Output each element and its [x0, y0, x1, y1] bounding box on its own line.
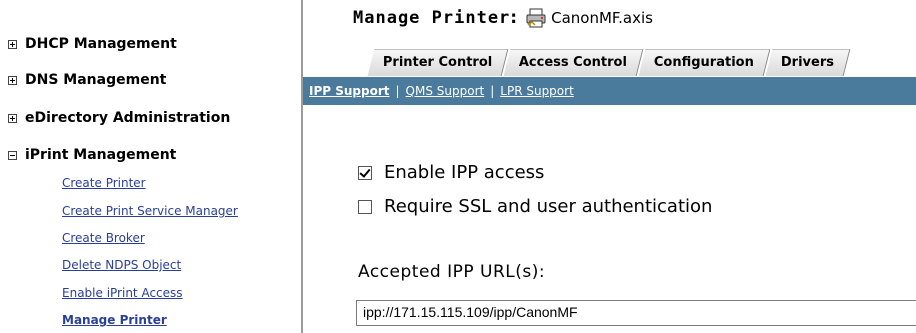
- nav-group-label: iPrint Management: [25, 147, 177, 163]
- nav-group-dns[interactable]: DNS Management: [8, 72, 166, 88]
- tab-label: Access Control: [519, 55, 628, 70]
- tab-drivers[interactable]: Drivers: [765, 49, 851, 76]
- tab-bar: Printer Control Access Control Configura…: [367, 48, 851, 76]
- expand-icon[interactable]: [8, 75, 17, 85]
- sidebar: DHCP Management DNS Management eDirector…: [0, 0, 303, 333]
- sidebar-link-manage-printer[interactable]: Manage Printer: [62, 313, 167, 327]
- expand-icon[interactable]: [8, 113, 17, 123]
- tab-label: Drivers: [781, 55, 835, 70]
- subnav-bar: IPP Support | QMS Support | LPR Support: [303, 77, 916, 105]
- page-title: Manage Printer : CanonMF.axis: [353, 8, 653, 28]
- printer-icon: [526, 8, 546, 28]
- subnav-separator: |: [490, 84, 495, 98]
- tab-label: Printer Control: [382, 55, 493, 70]
- sidebar-link-create-broker[interactable]: Create Broker: [62, 231, 145, 245]
- expand-icon[interactable]: [8, 39, 17, 49]
- enable-ipp-label: Enable IPP access: [384, 162, 545, 183]
- sidebar-link-enable-iprint-access[interactable]: Enable iPrint Access: [62, 286, 183, 300]
- tab-access-control[interactable]: Access Control: [503, 49, 644, 76]
- tab-configuration[interactable]: Configuration: [639, 49, 771, 76]
- nav-group-label: DNS Management: [25, 72, 167, 88]
- page-title-text: Manage Printer: [353, 8, 511, 28]
- collapse-icon[interactable]: [8, 150, 17, 160]
- require-ssl-label: Require SSL and user authentication: [384, 196, 713, 217]
- sidebar-link-create-printer[interactable]: Create Printer: [62, 176, 146, 190]
- tab-printer-control[interactable]: Printer Control: [367, 49, 509, 76]
- tab-label: Configuration: [654, 55, 755, 70]
- enable-ipp-checkbox[interactable]: [358, 165, 372, 180]
- subnav-lpr-support[interactable]: LPR Support: [500, 84, 574, 98]
- subnav-separator: |: [395, 84, 400, 98]
- nav-group-label: DHCP Management: [25, 36, 177, 52]
- main-panel: Manage Printer : CanonMF.axis Printer Co…: [303, 0, 916, 333]
- enable-ipp-option: Enable IPP access: [358, 162, 544, 183]
- sidebar-link-delete-ndps-object[interactable]: Delete NDPS Object: [62, 258, 181, 272]
- accepted-urls-field[interactable]: ipp://171.15.115.109/ipp/CanonMF: [356, 300, 916, 326]
- subnav-qms-support[interactable]: QMS Support: [406, 84, 485, 98]
- nav-group-label: eDirectory Administration: [25, 110, 231, 126]
- nav-group-dhcp[interactable]: DHCP Management: [8, 36, 177, 52]
- subnav-ipp-support[interactable]: IPP Support: [309, 84, 390, 98]
- require-ssl-option: Require SSL and user authentication: [358, 196, 712, 217]
- page-title-colon: :: [510, 8, 518, 28]
- sidebar-link-create-print-service-manager[interactable]: Create Print Service Manager: [62, 204, 238, 218]
- nav-group-edirectory[interactable]: eDirectory Administration: [8, 110, 230, 126]
- require-ssl-checkbox[interactable]: [358, 199, 372, 214]
- accepted-urls-label: Accepted IPP URL(s):: [358, 262, 546, 282]
- nav-group-iprint[interactable]: iPrint Management: [8, 147, 176, 163]
- printer-name: CanonMF.axis: [551, 9, 653, 27]
